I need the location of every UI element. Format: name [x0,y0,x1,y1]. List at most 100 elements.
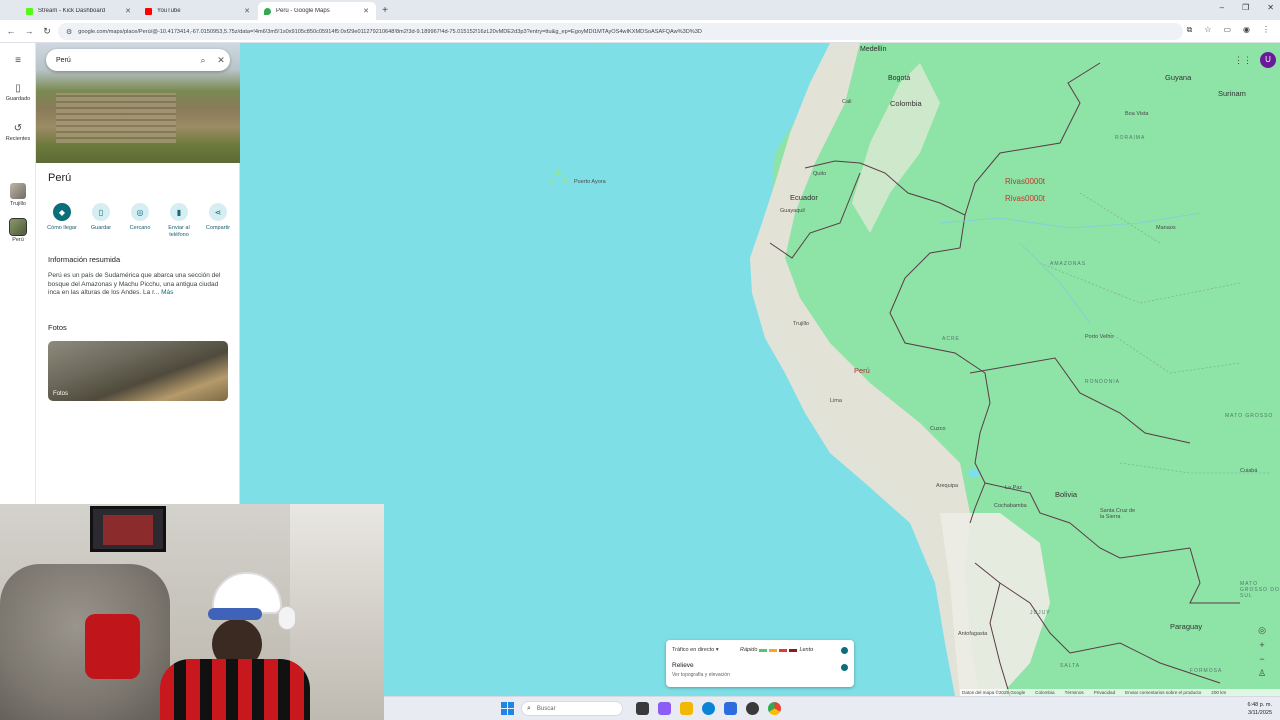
attribution-country[interactable]: Colombia [1035,690,1054,695]
map-label-antofagasta[interactable]: Antofagasta [958,631,987,637]
minimize-icon[interactable]: – [1220,3,1224,12]
map-label-acre[interactable]: ACRE [942,336,960,342]
map-label-cuzco[interactable]: Cuzco [930,426,946,432]
extensions-icon[interactable]: ◉ [1243,25,1250,35]
map-label-paraguay[interactable]: Paraguay [1170,622,1202,631]
zoom-out-icon[interactable]: − [1259,654,1264,664]
map-label-ecuador[interactable]: Ecuador [790,193,818,202]
window-close-icon[interactable]: ✕ [1267,3,1274,12]
map-label-cali[interactable]: Cali [842,99,851,105]
action-label: Enviar al teléfono [168,225,190,238]
directions-button[interactable]: ◆ Cómo llegar [44,203,80,239]
search-input[interactable]: Perú [56,57,194,64]
map-label-bogota[interactable]: Bogotá [888,75,910,82]
star-icon[interactable]: ☆ [1204,25,1211,35]
attribution-terms[interactable]: Términos [1065,690,1084,695]
rail-item-recent[interactable]: ↺ Recientes [0,123,36,142]
save-button[interactable]: ▯ Guardar [83,203,119,239]
clear-search-icon[interactable]: ✕ [212,55,230,66]
map-label-trujillo[interactable]: Trujillo [793,321,809,327]
map-label-quito[interactable]: Quito [813,171,826,177]
tab-google-maps[interactable]: Perú - Google Maps ✕ [258,2,376,20]
system-clock[interactable]: 6:48 p. m. 3/11/2025 [1248,701,1272,717]
cast-icon[interactable]: ⧉ [1187,25,1193,35]
rail-item-peru[interactable]: Perú [0,218,36,243]
avatar[interactable]: U [1260,52,1276,68]
traffic-dropdown[interactable]: Tráfico en directo ▾ [672,647,740,653]
map-label-guayaquil[interactable]: Guayaquil [780,208,805,214]
share-button[interactable]: ⋖ Compartir [200,203,236,239]
edge-icon[interactable] [702,702,715,715]
map-label-colombia[interactable]: Colombia [890,99,922,108]
map-label-cuiaba[interactable]: Cuiabá [1240,468,1257,474]
attribution-privacy[interactable]: Privacidad [1094,690,1115,695]
reload-icon[interactable]: ↻ [38,26,56,37]
map-label-amazonas[interactable]: AMAZONAS [1050,261,1086,267]
back-icon[interactable]: ← [2,26,20,36]
map-canvas[interactable]: Medellín Bogotá Colombia Cali Quito Ecua… [240,43,1280,696]
rail-item-label: Trujillo [10,201,26,207]
relief-row[interactable]: Relieve Ver topografía y elevación [672,662,848,678]
map-label-formosa[interactable]: FORMOSA [1190,668,1222,674]
obs-icon[interactable] [746,702,759,715]
map-label-mato-grosso[interactable]: MATO GROSSO [1225,413,1273,419]
overlay-text-2: Rivas0000t [1005,194,1046,203]
map-label-santa-cruz[interactable]: Santa Cruz de la Sierra [1100,508,1140,520]
map-label-cochabamba[interactable]: Cochabamba [994,503,1027,509]
site-info-icon[interactable]: ⚙ [66,28,72,36]
map-label-mato-grosso-sul[interactable]: MATO GROSSO DO SUL [1240,581,1280,599]
map-label-jujuy[interactable]: JUJUY [1030,610,1051,616]
map-label-boa-vista[interactable]: Boa Vista [1125,111,1148,117]
hamburger-menu-icon[interactable]: ≡ [0,55,36,68]
taskbar-search[interactable]: ⌕ Buscar [521,701,623,716]
copilot-icon[interactable] [658,702,671,715]
map-label-manaos[interactable]: Manaos [1156,225,1176,231]
map-label-bolivia[interactable]: Bolivia [1055,490,1077,499]
pegman-icon[interactable]: ♙ [1258,668,1266,679]
menu-icon[interactable]: ▭ [1223,25,1231,35]
more-link[interactable]: Más [161,289,173,296]
tab-kick-dashboard[interactable]: Stream - Kick Dashboard ✕ [20,2,138,20]
address-bar[interactable]: ⚙ google.com/maps/place/Perú/@-10.417341… [58,23,1183,40]
apps-grid-icon[interactable]: ⋮⋮ [1234,55,1252,66]
my-location-icon[interactable]: ◎ [1258,625,1266,636]
search-box[interactable]: Perú ⌕ ✕ [46,49,230,71]
map-label-peru[interactable]: Perú [854,366,870,375]
task-view-icon[interactable] [636,702,649,715]
map-label-surinam[interactable]: Surinam [1218,89,1246,98]
map-label-lima[interactable]: Lima [830,398,842,404]
map-label-galapagos[interactable]: Puerto Ayora [574,179,606,185]
map-label-porto-velho[interactable]: Porto Velho [1085,334,1113,340]
chrome-icon[interactable] [768,702,781,715]
more-icon[interactable]: ⋮ [1262,25,1270,35]
search-icon[interactable]: ⌕ [194,55,212,66]
nearby-button[interactable]: ◎ Cercano [122,203,158,239]
tab-youtube[interactable]: YouTube ✕ [139,2,257,20]
maximize-icon[interactable]: ❐ [1242,3,1249,12]
map-label-salta[interactable]: SALTA [1060,663,1080,669]
store-icon[interactable] [724,702,737,715]
new-tab-icon[interactable]: + [377,2,393,20]
traffic-toggle[interactable] [841,646,848,654]
map-label-arequipa[interactable]: Arequipa [936,483,958,489]
map-label-rondonia[interactable]: RONDONIA [1085,379,1120,385]
forward-icon[interactable]: → [20,26,38,36]
map-label-roraima[interactable]: RORAIMA [1115,135,1145,141]
map-scale[interactable]: 200 km [1211,690,1226,695]
close-icon[interactable]: ✕ [362,7,370,15]
map-label-medellin[interactable]: Medellín [860,46,886,53]
zoom-in-icon[interactable]: + [1259,640,1264,650]
map-label-lapaz[interactable]: La Paz [1005,485,1022,491]
close-icon[interactable]: ✕ [243,7,251,15]
send-to-phone-button[interactable]: ▮ Enviar al teléfono [161,203,197,239]
rail-item-trujillo[interactable]: Trujillo [0,183,36,207]
photo-card[interactable]: Fotos [48,341,228,401]
rail-item-saved[interactable]: ▯ Guardado [0,83,36,102]
relief-toggle[interactable] [841,664,848,671]
attribution-feedback[interactable]: Enviar comentarios sobre el producto [1125,690,1201,695]
map-label-guyana[interactable]: Guyana [1165,73,1191,82]
traffic-slow-label: Lento [799,647,814,653]
file-explorer-icon[interactable] [680,702,693,715]
windows-start-icon[interactable] [501,702,514,715]
close-icon[interactable]: ✕ [124,7,132,15]
